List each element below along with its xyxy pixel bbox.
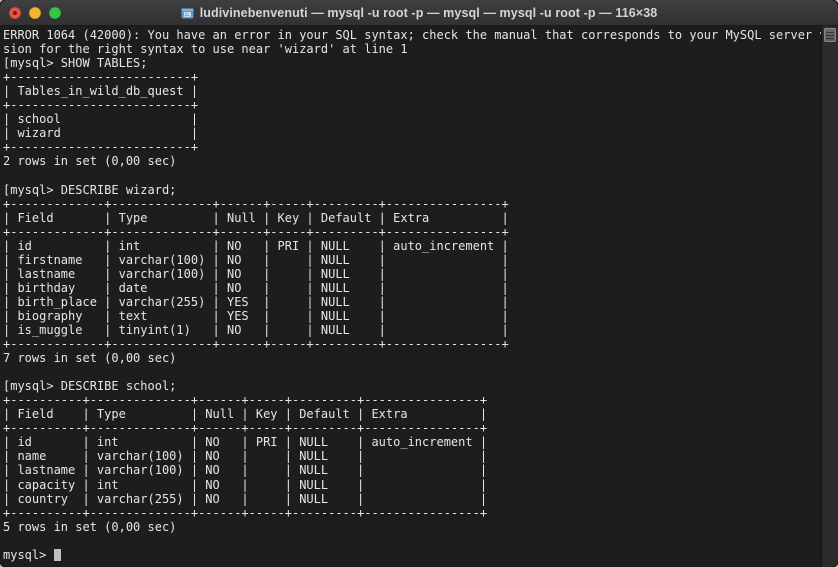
terminal-line: [mysql> DESCRIBE school;] bbox=[3, 379, 831, 393]
terminal-line: | Tables_in_wild_db_quest | bbox=[3, 84, 199, 99]
terminal-line: 5 rows in set (0,00 sec) bbox=[3, 519, 177, 534]
terminal-line: [mysql> DESCRIBE wizard;] bbox=[3, 183, 831, 197]
terminal-line: | Field | Type | Null | Key | Default | … bbox=[3, 210, 509, 225]
terminal-line: | birthday | date | NO | | NULL | | bbox=[3, 280, 509, 295]
terminal-line: 2 rows in set (0,00 sec) bbox=[3, 154, 177, 169]
terminal-line: ERROR 1064 (42000): You have an error in… bbox=[3, 28, 838, 42]
terminal-line: | biography | text | YES | | NULL | | bbox=[3, 308, 509, 323]
vertical-scrollbar[interactable] bbox=[821, 26, 838, 567]
terminal-line: +-------------+--------------+------+---… bbox=[3, 337, 509, 352]
terminal-line: | is_muggle | tinyint(1) | NO | | NULL |… bbox=[3, 322, 509, 337]
window-title: ludivinebenvenuti — mysql -u root -p — m… bbox=[199, 5, 658, 20]
terminal-line: | lastname | varchar(100) | NO | | NULL … bbox=[3, 266, 509, 281]
terminal-line: +-------------------------+ bbox=[3, 140, 199, 155]
terminal-line: +-------------+--------------+------+---… bbox=[3, 196, 509, 211]
terminal-line: +----------+--------------+------+-----+… bbox=[3, 421, 488, 436]
terminal-line: sion for the right syntax to use near 'w… bbox=[3, 42, 831, 56]
terminal-line: | birth_place | varchar(255) | YES | | N… bbox=[3, 294, 509, 309]
close-button[interactable] bbox=[9, 6, 21, 19]
terminal-line: | firstname | varchar(100) | NO | | NULL… bbox=[3, 252, 509, 267]
terminal-line: | country | varchar(255) | NO | | NULL |… bbox=[3, 491, 488, 506]
terminal-line: +-------------+--------------+------+---… bbox=[3, 224, 509, 239]
terminal-line: +-------------------------+ bbox=[3, 70, 199, 85]
terminal-line: | school | bbox=[3, 112, 199, 127]
terminal-line: | Field | Type | Null | Key | Default | … bbox=[3, 407, 488, 422]
terminal-line: | name | varchar(100) | NO | | NULL | | bbox=[3, 449, 488, 464]
terminal-line: | id | int | NO | PRI | NULL | auto_incr… bbox=[3, 435, 488, 450]
terminal-body[interactable]: ERROR 1064 (42000): You have an error in… bbox=[0, 26, 838, 567]
terminal-line: +----------+--------------+------+-----+… bbox=[3, 505, 488, 520]
maximize-button[interactable] bbox=[49, 6, 61, 19]
traffic-light-group bbox=[9, 0, 61, 25]
terminal-line: 7 rows in set (0,00 sec) bbox=[3, 351, 177, 366]
terminal-line: | lastname | varchar(100) | NO | | NULL … bbox=[3, 463, 488, 478]
terminal-line: +----------+--------------+------+-----+… bbox=[3, 393, 488, 408]
terminal-line: +-------------------------+ bbox=[3, 98, 199, 113]
terminal-line: [mysql> SHOW TABLES; bbox=[3, 56, 148, 71]
terminal-screen[interactable]: ERROR 1064 (42000): You have an error in… bbox=[0, 28, 838, 567]
terminal-window: ludivinebenvenuti — mysql -u root -p — m… bbox=[0, 0, 838, 567]
scrollbar-thumb[interactable] bbox=[824, 28, 836, 42]
title-group: ludivinebenvenuti — mysql -u root -p — m… bbox=[181, 6, 658, 20]
text-cursor bbox=[53, 548, 61, 561]
minimize-button[interactable] bbox=[29, 6, 41, 19]
terminal-folder-icon bbox=[181, 8, 194, 18]
terminal-line: | capacity | int | NO | | NULL | | bbox=[3, 477, 488, 492]
title-bar[interactable]: ludivinebenvenuti — mysql -u root -p — m… bbox=[0, 0, 838, 26]
terminal-line: | id | int | NO | PRI | NULL | auto_incr… bbox=[3, 238, 509, 253]
prompt-line[interactable]: mysql> bbox=[3, 548, 821, 562]
terminal-line: | wizard | bbox=[3, 126, 199, 141]
